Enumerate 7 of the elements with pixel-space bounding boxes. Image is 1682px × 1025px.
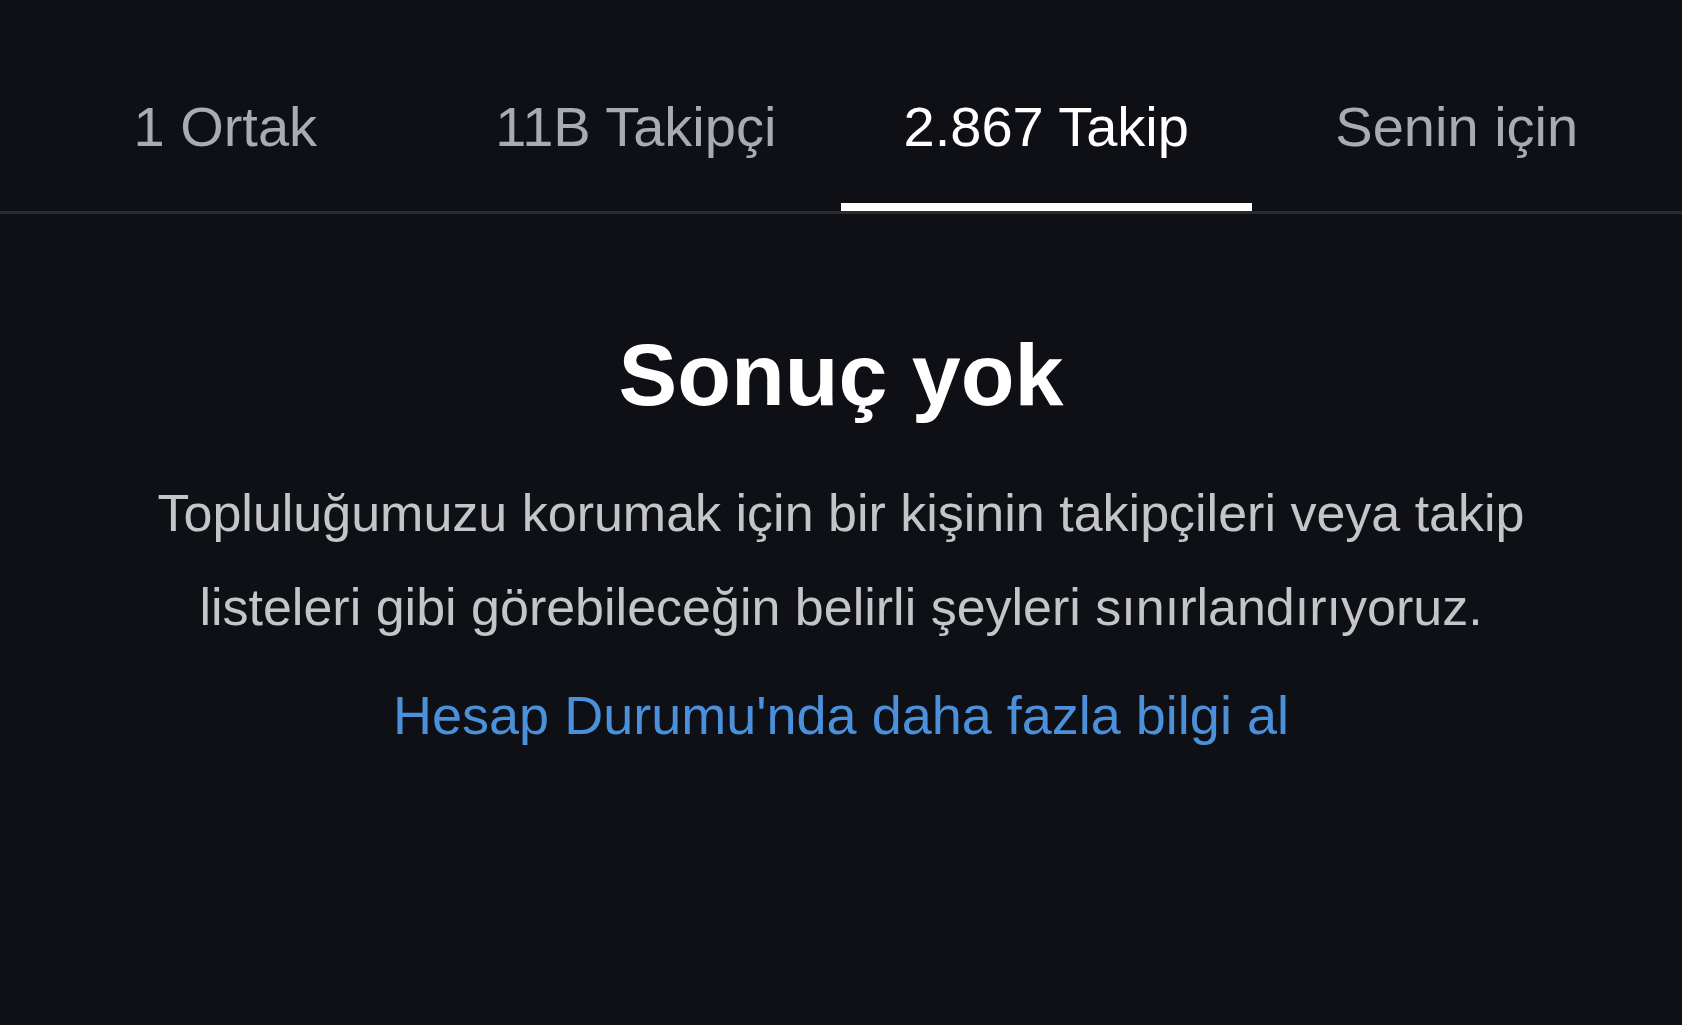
- tab[interactable]: 1 Ortak: [20, 70, 431, 211]
- account-status-link[interactable]: Hesap Durumu'nda daha fazla bilgi al: [393, 684, 1289, 746]
- empty-state-title: Sonuç yok: [618, 324, 1064, 426]
- tab[interactable]: 2.867 Takip: [841, 70, 1252, 211]
- tab[interactable]: 11B Takipçi: [430, 70, 841, 211]
- empty-state-message: Topluluğumuzu korumak için bir kişinin takipçileri veya takip listeleri gibi görebileceğin belirli şeyleri sınırlandırıyoruz.: [156, 483, 1526, 638]
- tab[interactable]: Senin için: [1251, 70, 1662, 211]
